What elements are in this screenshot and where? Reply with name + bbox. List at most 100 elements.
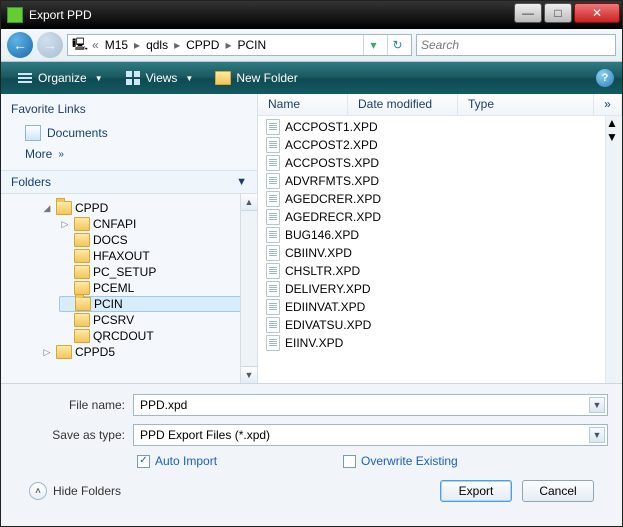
- tree-label: DOCS: [93, 233, 128, 247]
- tree-node-cppd[interactable]: ◢CPPD: [41, 200, 257, 216]
- refresh-button[interactable]: ↻: [387, 35, 407, 55]
- file-row[interactable]: ACCPOST1.XPD: [258, 118, 622, 136]
- tree-scrollbar[interactable]: ▲ ▼: [240, 194, 257, 383]
- new-folder-label: New Folder: [236, 71, 297, 85]
- auto-import-option[interactable]: ✓ Auto Import: [137, 454, 217, 468]
- back-button[interactable]: ←: [7, 32, 33, 58]
- tree-label: CPPD5: [75, 345, 115, 359]
- file-icon: [266, 137, 280, 153]
- scroll-down-button[interactable]: ▼: [606, 130, 622, 144]
- folder-icon: [215, 71, 231, 85]
- file-row[interactable]: EIINV.XPD: [258, 334, 622, 352]
- auto-import-checkbox[interactable]: ✓: [137, 455, 150, 468]
- hide-folders-button[interactable]: ˄ Hide Folders: [29, 482, 121, 500]
- maximize-button[interactable]: □: [544, 3, 572, 23]
- search-placeholder: Search: [421, 38, 459, 52]
- expand-icon[interactable]: ◢: [41, 203, 53, 214]
- file-name: EDIINVAT.XPD: [285, 300, 365, 314]
- hide-folders-label: Hide Folders: [53, 484, 121, 498]
- file-row[interactable]: AGEDCRER.XPD: [258, 190, 622, 208]
- dropdown-button[interactable]: ▼: [589, 427, 605, 443]
- saveas-select[interactable]: PPD Export Files (*.xpd) ▼: [133, 424, 608, 446]
- tree-node[interactable]: QRCDOUT: [59, 328, 257, 344]
- file-row[interactable]: ACCPOSTS.XPD: [258, 154, 622, 172]
- expand-icon[interactable]: ▷: [59, 219, 71, 230]
- folder-icon: [74, 249, 90, 263]
- file-name: BUG146.XPD: [285, 228, 359, 242]
- organize-button[interactable]: Organize ▼: [9, 67, 111, 89]
- scroll-down-button[interactable]: ▼: [241, 366, 257, 383]
- file-icon: [266, 119, 280, 135]
- tree-label: CNFAPI: [93, 217, 136, 231]
- folders-label: Folders: [11, 175, 51, 189]
- tree-node[interactable]: PC_SETUP: [59, 264, 257, 280]
- favorites-section: Favorite Links Documents More »: [1, 94, 257, 170]
- chevron-down-icon: ▼: [95, 74, 103, 83]
- favorite-more[interactable]: More »: [11, 144, 247, 164]
- tree-node[interactable]: DOCS: [59, 232, 257, 248]
- file-row[interactable]: CBIINV.XPD: [258, 244, 622, 262]
- overwrite-label: Overwrite Existing: [361, 454, 458, 468]
- export-button[interactable]: Export: [440, 480, 512, 502]
- list-scrollbar[interactable]: ▲ ▼: [605, 116, 622, 383]
- folder-icon: [74, 233, 90, 247]
- favorite-label: Documents: [47, 126, 108, 140]
- saveas-label: Save as type:: [15, 428, 125, 442]
- file-row[interactable]: AGEDRECR.XPD: [258, 208, 622, 226]
- forward-button[interactable]: →: [37, 32, 63, 58]
- collapse-icon[interactable]: ▼: [236, 176, 247, 188]
- filename-input[interactable]: PPD.xpd ▼: [133, 394, 608, 416]
- folder-icon: [74, 329, 90, 343]
- folders-header[interactable]: Folders ▼: [1, 170, 257, 194]
- help-button[interactable]: ?: [596, 69, 614, 87]
- tree-node[interactable]: ▷ CPPD5: [41, 344, 257, 360]
- address-bar[interactable]: 🖳 « M15 ▸ qdls ▸ CPPD ▸ PCIN ▾ ↻: [67, 34, 412, 56]
- new-folder-button[interactable]: New Folder: [207, 68, 305, 88]
- file-row[interactable]: EDIVATSU.XPD: [258, 316, 622, 334]
- col-type[interactable]: Type: [458, 94, 594, 115]
- file-row[interactable]: BUG146.XPD: [258, 226, 622, 244]
- scroll-up-button[interactable]: ▲: [241, 194, 257, 211]
- col-more[interactable]: »: [594, 94, 622, 115]
- file-row[interactable]: ADVRFMTS.XPD: [258, 172, 622, 190]
- col-date[interactable]: Date modified: [348, 94, 458, 115]
- chevron-right-icon: ▸: [225, 38, 231, 52]
- breadcrumb-item[interactable]: PCIN: [236, 38, 269, 52]
- favorite-documents[interactable]: Documents: [11, 122, 247, 144]
- minimize-button[interactable]: —: [514, 3, 542, 23]
- dialog-body: Favorite Links Documents More » Folders …: [1, 94, 622, 384]
- tree-node-selected[interactable]: PCIN: [59, 296, 257, 312]
- dropdown-button[interactable]: ▾: [363, 35, 383, 55]
- file-name: ACCPOSTS.XPD: [285, 156, 379, 170]
- file-name: DELIVERY.XPD: [285, 282, 371, 296]
- tree-label: QRCDOUT: [93, 329, 154, 343]
- chevron-icon: «: [92, 38, 99, 52]
- scroll-up-button[interactable]: ▲: [606, 116, 622, 130]
- file-row[interactable]: CHSLTR.XPD: [258, 262, 622, 280]
- tree-label: PC_SETUP: [93, 265, 156, 279]
- file-row[interactable]: ACCPOST2.XPD: [258, 136, 622, 154]
- saveas-value: PPD Export Files (*.xpd): [140, 428, 270, 442]
- favorites-header: Favorite Links: [11, 102, 247, 116]
- expand-icon[interactable]: ▷: [41, 347, 53, 358]
- tree-node[interactable]: HFAXOUT: [59, 248, 257, 264]
- file-row[interactable]: DELIVERY.XPD: [258, 280, 622, 298]
- views-button[interactable]: Views ▼: [117, 67, 202, 89]
- breadcrumb-item[interactable]: qdls: [144, 38, 170, 52]
- search-input[interactable]: Search: [416, 34, 616, 56]
- cancel-button[interactable]: Cancel: [522, 480, 594, 502]
- tree-node[interactable]: ▷ CNFAPI: [59, 216, 257, 232]
- tree-node[interactable]: PCEML: [59, 280, 257, 296]
- chevron-right-icon: ▸: [134, 38, 140, 52]
- overwrite-option[interactable]: Overwrite Existing: [343, 454, 458, 468]
- tree-node[interactable]: PCSRV: [59, 312, 257, 328]
- close-button[interactable]: ✕: [574, 3, 620, 23]
- col-name[interactable]: Name: [258, 94, 348, 115]
- file-row[interactable]: EDIINVAT.XPD: [258, 298, 622, 316]
- overwrite-checkbox[interactable]: [343, 455, 356, 468]
- dropdown-button[interactable]: ▼: [589, 397, 605, 413]
- toolbar: Organize ▼ Views ▼ New Folder ?: [1, 62, 622, 94]
- breadcrumb-item[interactable]: M15: [103, 38, 130, 52]
- titlebar[interactable]: Export PPD — □ ✕: [1, 1, 622, 29]
- breadcrumb-item[interactable]: CPPD: [184, 38, 221, 52]
